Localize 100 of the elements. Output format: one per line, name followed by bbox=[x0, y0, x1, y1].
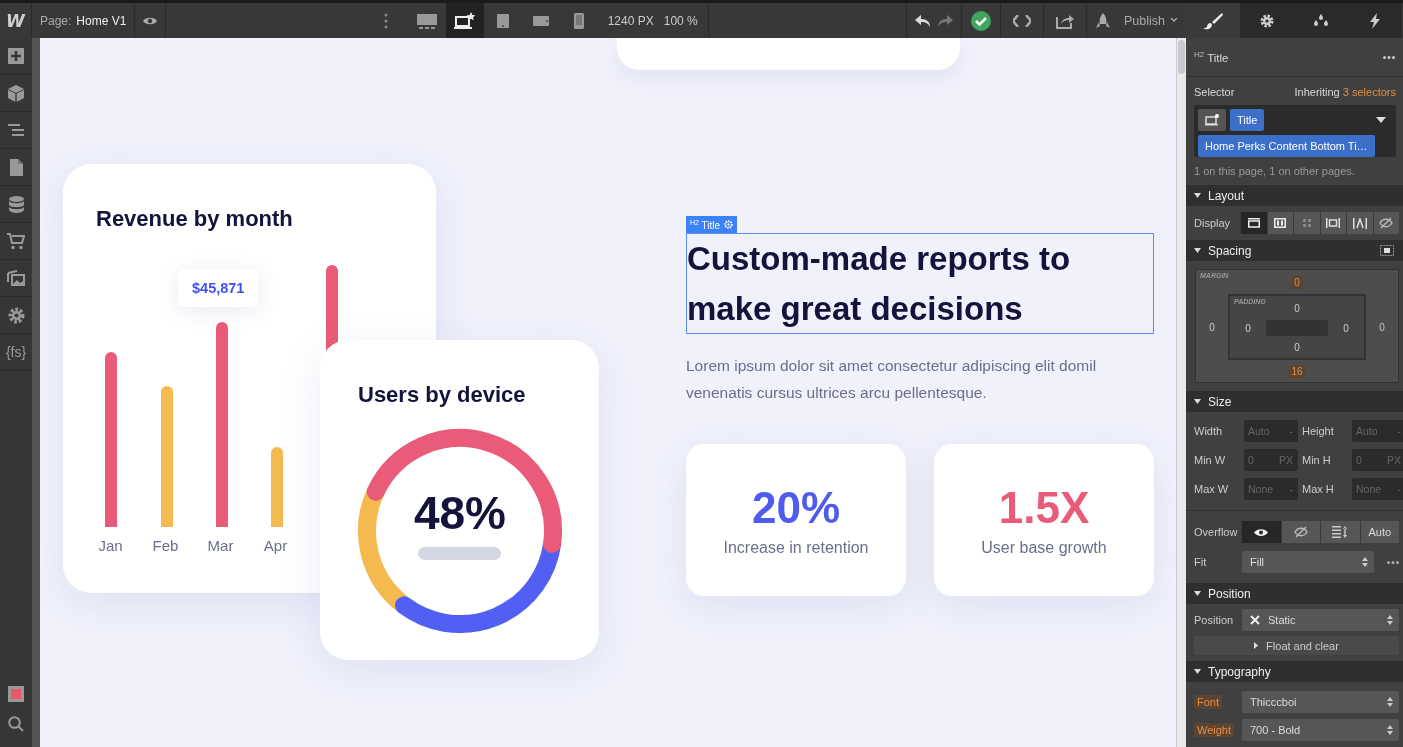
scroll-icon bbox=[1332, 526, 1349, 538]
field-label: Fit bbox=[1194, 556, 1208, 568]
display-option[interactable] bbox=[1240, 212, 1267, 234]
dropdown-icon[interactable] bbox=[1376, 117, 1386, 123]
collapse-icon[interactable] bbox=[1194, 591, 1201, 596]
display-option[interactable] bbox=[1372, 212, 1399, 234]
breakpoint-tab[interactable] bbox=[445, 3, 484, 38]
display-option[interactable] bbox=[1346, 212, 1373, 234]
logo[interactable]: W bbox=[6, 10, 25, 31]
desktop-icon[interactable] bbox=[415, 12, 438, 29]
float-and-clear-button[interactable]: Float and clear bbox=[1194, 636, 1399, 655]
month-label: Jan bbox=[97, 537, 124, 554]
tablet-landscape-icon[interactable] bbox=[532, 14, 549, 27]
cart-icon[interactable] bbox=[7, 232, 25, 250]
export-icon[interactable] bbox=[1056, 12, 1074, 29]
images-icon[interactable] bbox=[7, 270, 25, 286]
eye-icon bbox=[1254, 527, 1269, 537]
settings-icon[interactable] bbox=[7, 306, 25, 324]
database-icon[interactable] bbox=[8, 195, 24, 213]
drops-icon[interactable] bbox=[1313, 13, 1329, 28]
overflow-option[interactable] bbox=[1320, 521, 1360, 543]
publish-button[interactable]: Publish bbox=[1095, 12, 1178, 29]
code-icon[interactable] bbox=[1013, 14, 1031, 27]
field-label: Max W bbox=[1194, 483, 1230, 495]
collapse-icon[interactable] bbox=[1194, 669, 1201, 674]
phone-icon[interactable] bbox=[573, 12, 584, 29]
select-arrows-icon bbox=[1387, 725, 1393, 735]
more-icon[interactable] bbox=[1383, 55, 1395, 59]
margin-value[interactable]: 16 bbox=[1288, 364, 1306, 378]
margin-value[interactable]: 0 bbox=[1209, 321, 1215, 333]
expand-arrow-icon bbox=[1254, 642, 1259, 649]
check-circle-icon[interactable] bbox=[970, 9, 992, 32]
tablet-icon[interactable] bbox=[495, 12, 510, 29]
navigator-icon[interactable] bbox=[8, 124, 24, 136]
custom-code-button[interactable]: {fs} bbox=[5, 344, 27, 360]
field-label: Max H bbox=[1302, 483, 1335, 495]
more-icon[interactable] bbox=[1387, 560, 1399, 564]
fit-select[interactable]: Fill bbox=[1242, 551, 1374, 573]
field-label: Min W bbox=[1194, 454, 1227, 466]
inheriting-text: Inheriting 3 selectors bbox=[1294, 86, 1396, 98]
grid-icon bbox=[1301, 218, 1312, 228]
section-title: Layout bbox=[1208, 188, 1245, 203]
collapse-icon[interactable] bbox=[1194, 248, 1201, 253]
section-heading: Custom-made reports to make great decisions bbox=[686, 233, 1154, 335]
page-icon[interactable] bbox=[9, 158, 23, 176]
settings-icon[interactable] bbox=[1259, 12, 1275, 29]
section-title: Position bbox=[1208, 586, 1251, 601]
display-option[interactable] bbox=[1319, 212, 1346, 234]
margin-value[interactable]: 0 bbox=[1379, 321, 1385, 333]
weight-select[interactable]: 700 - Bold bbox=[1242, 719, 1399, 741]
collapse-icon[interactable] bbox=[1194, 193, 1201, 198]
selection-tag[interactable]: $^{H2}$ Title bbox=[686, 216, 738, 234]
add-icon[interactable] bbox=[8, 48, 24, 64]
expand-icon[interactable] bbox=[1380, 245, 1394, 256]
selector-label: Selector bbox=[1194, 86, 1235, 98]
lightning-icon[interactable] bbox=[1369, 12, 1381, 29]
position-select[interactable]: Static bbox=[1242, 609, 1399, 631]
overflow-option[interactable] bbox=[1241, 521, 1281, 543]
margin-value[interactable]: 0 bbox=[1291, 275, 1303, 289]
display-option[interactable] bbox=[1266, 212, 1293, 234]
collapse-icon[interactable] bbox=[1194, 399, 1201, 404]
redo-icon[interactable] bbox=[937, 14, 953, 27]
padding-value[interactable]: 0 bbox=[1343, 322, 1349, 334]
close-icon bbox=[1250, 615, 1260, 625]
eye-slash-icon bbox=[1293, 526, 1308, 538]
padding-value[interactable]: 0 bbox=[1294, 302, 1300, 314]
class-chip[interactable]: Title bbox=[1230, 109, 1265, 131]
cube-icon[interactable] bbox=[8, 84, 24, 102]
field-label: Weight bbox=[1194, 723, 1235, 737]
element-name: $^{H2}$ Title bbox=[1194, 50, 1229, 64]
overflow-option[interactable]: Auto bbox=[1359, 521, 1399, 543]
font-select[interactable]: Thicccboi bbox=[1242, 691, 1399, 713]
combo-class-chip[interactable]: Home Perks Content Bottom Ti… bbox=[1198, 135, 1375, 157]
padding-value[interactable]: 0 bbox=[1294, 341, 1300, 353]
more-icon[interactable] bbox=[383, 12, 388, 29]
body-text: Lorem ipsum dolor sit amet consectetur adipiscing elit domil venenatis cursus ultrices arcu pellentesque. bbox=[686, 356, 1098, 404]
stat-value: 20% bbox=[751, 483, 841, 534]
field-label: Width bbox=[1194, 425, 1224, 437]
search-icon[interactable] bbox=[8, 716, 24, 732]
month-label: Mar bbox=[206, 537, 235, 554]
padding-value[interactable]: 0 bbox=[1245, 322, 1251, 334]
stat-label: User base growth bbox=[981, 539, 1107, 558]
card-title: Users by device bbox=[358, 382, 527, 408]
eye-icon[interactable] bbox=[143, 15, 158, 26]
stat-value: 1.5X bbox=[998, 483, 1090, 534]
undo-icon[interactable] bbox=[915, 14, 931, 27]
laptop-star-icon[interactable] bbox=[453, 11, 476, 30]
block-icon bbox=[1247, 218, 1260, 228]
stat-label: Increase in retention bbox=[723, 539, 869, 558]
panel-tab[interactable] bbox=[1348, 3, 1402, 38]
page-selector[interactable]: Page: Home V1 bbox=[40, 13, 127, 28]
brush-icon[interactable] bbox=[1203, 11, 1223, 30]
inline-block-icon bbox=[1326, 218, 1341, 228]
selector-menu-button[interactable] bbox=[1198, 109, 1226, 131]
field-label: Overflow bbox=[1194, 526, 1239, 538]
overflow-option[interactable] bbox=[1280, 521, 1320, 543]
select-arrows-icon bbox=[1362, 557, 1368, 567]
panel-tab[interactable] bbox=[1240, 3, 1294, 38]
month-label: Feb bbox=[151, 537, 180, 554]
zoom-level: 100 % bbox=[663, 13, 698, 28]
